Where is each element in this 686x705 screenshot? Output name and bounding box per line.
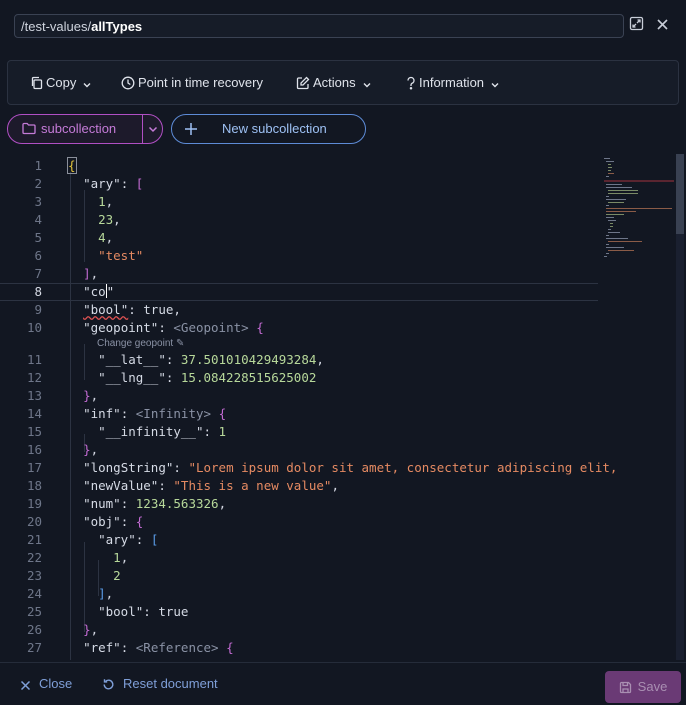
code-line: 5 4, xyxy=(34,230,114,245)
editor-scrollbar[interactable] xyxy=(676,154,684,660)
information-button[interactable]: Information xyxy=(406,61,500,104)
subcollection-button[interactable]: subcollection xyxy=(8,115,136,143)
expand-icon[interactable] xyxy=(626,16,646,36)
subcollection-dropdown[interactable] xyxy=(143,115,163,143)
information-label: Information xyxy=(419,75,485,90)
folder-icon xyxy=(22,122,36,135)
actions-label: Actions xyxy=(313,75,356,90)
footer: Close Reset document Save xyxy=(0,662,686,705)
code-line: 23 2 xyxy=(26,568,121,583)
code-line: 15 "__infinity__": 1 xyxy=(26,424,227,439)
plus-icon xyxy=(185,123,197,135)
code-line: 16 }, xyxy=(26,442,99,457)
code-line: 14 "inf": <Infinity> { xyxy=(26,406,227,421)
code-line: 12 "__lng__": 15.084228515625002 xyxy=(26,370,317,385)
subcollection-label: subcollection xyxy=(41,121,117,136)
close-button[interactable]: Close xyxy=(20,663,72,705)
json-editor[interactable]: 1{ 2 "ary": [ 3 1, 4 23, 5 4, 6 "test" 7… xyxy=(0,154,686,660)
title-bar: /test-values/allTypes xyxy=(0,0,686,52)
code-line: 11 "__lat__": 37.501010429493284, xyxy=(26,352,324,367)
code-line: 10 "geopoint": <Geopoint> { xyxy=(26,320,264,335)
reset-label: Reset document xyxy=(123,676,218,691)
copy-label: Copy xyxy=(46,75,77,90)
code-line: 24 ], xyxy=(26,586,114,601)
close-icon[interactable] xyxy=(652,16,672,36)
code-line: 27 "ref": <Reference> { xyxy=(26,640,234,655)
new-subcollection-label: New subcollection xyxy=(222,121,327,136)
code-line: 20 "obj": { xyxy=(26,514,144,529)
code-line: 1{ xyxy=(34,157,77,174)
copy-icon xyxy=(31,76,43,90)
code-line: 22 1, xyxy=(26,550,129,565)
path-prefix: /test-values/ xyxy=(21,19,92,34)
subcollection-selector: subcollection xyxy=(7,114,163,144)
document-name: allTypes xyxy=(91,19,143,34)
code-line: 26 }, xyxy=(26,622,99,637)
document-path: /test-values/allTypes xyxy=(14,14,624,38)
code-line: 4 23, xyxy=(34,212,121,227)
scrollbar-thumb[interactable] xyxy=(676,154,684,234)
code-line: 21 "ary": [ xyxy=(26,532,159,547)
code-line: 19 "num": 1234.563326, xyxy=(26,496,227,511)
clock-icon xyxy=(121,76,135,90)
code-line: 18 "newValue": "This is a new value", xyxy=(26,478,339,493)
actions-button[interactable]: Actions xyxy=(296,61,372,104)
point-in-time-recovery-button[interactable]: Point in time recovery xyxy=(121,61,263,104)
change-geopoint-link[interactable]: Change geopoint ✎ xyxy=(97,336,297,352)
code-line: 6 "test" xyxy=(34,248,144,263)
code-line: 3 1, xyxy=(34,194,114,209)
chevron-down-icon xyxy=(148,126,158,133)
new-subcollection-button[interactable]: New subcollection xyxy=(171,114,366,144)
save-label: Save xyxy=(637,679,668,694)
code-line: 13 }, xyxy=(26,388,99,403)
code-line: 9 "bool": true, xyxy=(34,302,181,317)
chevron-down-icon xyxy=(363,83,371,88)
close-label: Close xyxy=(39,676,73,691)
close-icon xyxy=(20,680,31,691)
pitr-label: Point in time recovery xyxy=(138,75,263,90)
reset-document-button[interactable]: Reset document xyxy=(102,663,218,705)
question-icon xyxy=(407,76,415,90)
code-line: 7 ], xyxy=(34,266,99,281)
save-icon xyxy=(619,681,631,694)
code-line: 2 "ary": [ xyxy=(34,176,144,191)
chevron-down-icon xyxy=(83,83,91,88)
code-line-active: 8 "co" xyxy=(0,283,598,301)
save-button[interactable]: Save xyxy=(605,671,681,703)
edit-icon xyxy=(296,76,310,90)
chevron-down-icon xyxy=(491,83,499,88)
copy-button[interactable]: Copy xyxy=(30,61,92,104)
minimap[interactable] xyxy=(600,154,674,264)
code-line: 17 "longString": "Lorem ipsum dolor sit … xyxy=(26,460,618,475)
toolbar: Copy Point in time recovery Actions Info… xyxy=(7,60,679,105)
code-line: 25 "bool": true xyxy=(26,604,189,619)
reset-icon xyxy=(103,679,114,690)
